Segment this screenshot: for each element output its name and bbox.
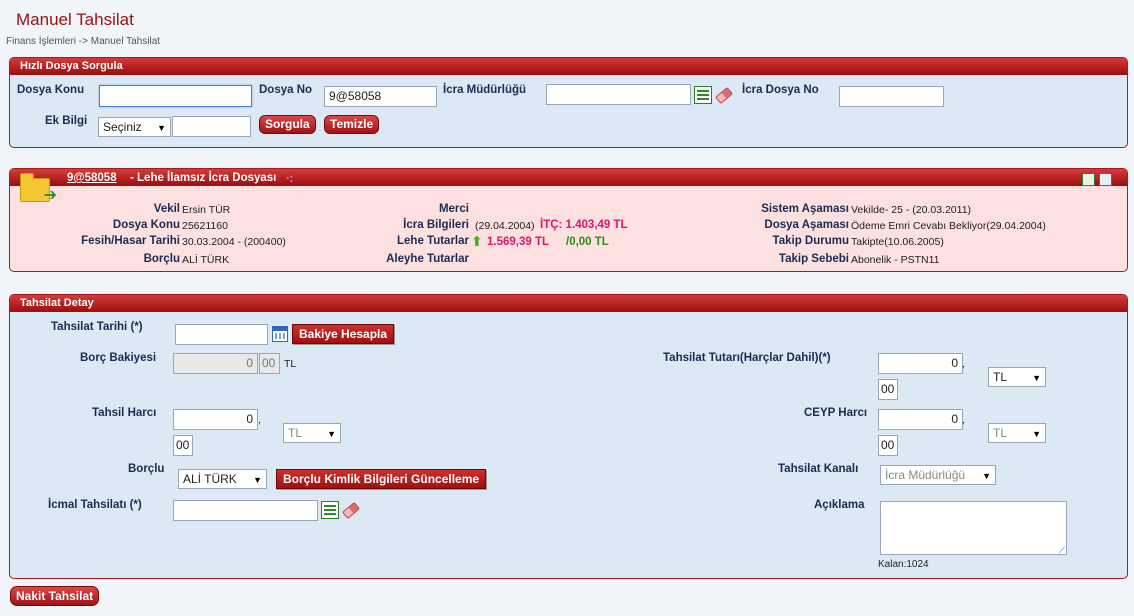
ek-bilgi-select[interactable]: Seçiniz ▼ [98,117,171,137]
info-dots-icon[interactable]: ∙: [286,171,293,185]
ceyp-harci-comma: , [962,414,965,426]
dosya-asamasi-label: Dosya Aşaması [764,219,849,231]
bakiye-hesapla-button[interactable]: Bakiye Hesapla [292,324,395,344]
vekil-label: Vekil [153,203,180,215]
icra-dosya-no-input[interactable] [839,86,944,107]
ceyp-harci-int[interactable]: 0 [878,409,963,430]
ek-bilgi-label: Ek Bilgi [45,115,88,127]
dosya-no-input[interactable]: 9@58058 [324,86,437,107]
borclu-label: Borçlu [128,463,165,475]
icra-mudurlugu-input[interactable] [546,84,691,105]
tahsil-harci-currency-select[interactable]: TL ▼ [283,423,341,443]
tahsilat-kanali-label: Tahsilat Kanalı [778,463,859,475]
sistem-asamasi-label: Sistem Aşaması [761,203,849,215]
tahsilat-kanali-value: İcra Müdürlüğü [885,468,966,482]
takip-sebebi-label: Takip Sebebi [778,253,849,265]
icra-bilgileri-itc: İTÇ: 1.403,49 TL [540,219,628,231]
borc-bakiyesi-dec: 00 [259,353,280,374]
icra-dosya-no-label: İcra Dosya No [742,84,819,96]
file-description: - Lehe İlamsız İcra Dosyası [130,172,277,184]
sorgula-button[interactable]: Sorgula [259,115,316,134]
sistem-asamasi-value: Vekilde- 25 - (20.03.2011) [851,204,972,216]
icra-bilgileri-label: İcra Bilgileri [403,219,469,231]
file-no-link[interactable]: 9@58058 [67,172,117,184]
ceyp-currency-value: TL [993,426,1008,440]
fesih-label: Fesih/Hasar Tarihi [81,235,180,247]
icmal-tahsilati-label: İcmal Tahsilatı (*) [48,499,142,511]
list-select-icon[interactable] [321,501,339,519]
lehe-tutar-1: 1.569,39 TL [487,236,550,248]
icra-mudurlugu-label: İcra Müdürlüğü [443,84,527,96]
tahsil-harci-label: Tahsil Harcı [92,407,157,419]
icmal-tahsilati-input[interactable] [173,500,318,521]
tahsilat-kanali-select[interactable]: İcra Müdürlüğü ▼ [880,465,996,485]
tahsilat-tarihi-label: Tahsilat Tarihi (*) [51,321,143,333]
tahsilat-detay-header: Tahsilat Detay [10,295,1127,312]
report-icon[interactable] [1082,173,1095,186]
calendar-icon[interactable] [272,326,288,342]
ek-bilgi-input[interactable] [172,116,251,137]
ceyp-harci-dec[interactable]: 00 [878,435,898,456]
ceyp-currency-select[interactable]: TL ▼ [988,423,1046,443]
borc-bakiyesi-label: Borç Bakiyesi [80,352,157,364]
chevron-down-icon: ▼ [982,471,991,481]
vekil-value: Ersin TÜR [182,204,231,216]
tahsil-harci-comma: , [258,414,261,426]
borclu-select[interactable]: ALİ TÜRK ▼ [178,469,267,489]
quick-search-header: Hızlı Dosya Sorgula [10,58,1127,75]
dosya-konu-info-value: 25621160 [182,220,228,232]
aciklama-label: Açıklama [814,499,865,511]
temizle-button[interactable]: Temizle [324,115,380,134]
arrow-up-icon: ⬆ [471,233,483,249]
borc-bakiyesi-currency: TL [284,358,297,370]
tahsilat-tutari-currency-select[interactable]: TL ▼ [988,367,1046,387]
borclu-select-value: ALİ TÜRK [183,472,237,486]
kalan-counter: Kalan:1024 [878,559,929,570]
tahsilat-tarihi-input[interactable] [175,324,268,345]
lehe-tutarlar-label: Lehe Tutarlar [397,235,469,247]
takip-durumu-value: Takipte(10.06.2005) [851,236,944,248]
chevron-down-icon: ▼ [1032,429,1041,439]
page-title: Manuel Tahsilat [16,10,134,29]
borc-bakiyesi-int: 0 [173,353,258,374]
chevron-down-icon: ▼ [253,475,262,485]
nakit-tahsilat-button[interactable]: Nakit Tahsilat [10,586,100,606]
dosya-konu-input[interactable] [99,85,252,107]
chevron-down-icon: ▼ [327,429,336,439]
borclu-kimlik-button[interactable]: Borçlu Kimlik Bilgileri Güncelleme [276,469,487,489]
aciklama-textarea[interactable] [880,501,1067,556]
aleyhe-tutarlar-label: Aleyhe Tutarlar [386,253,469,265]
breadcrumb: Finans İşlemleri -> Manuel Tahsilat [6,36,161,47]
dosya-konu-info-label: Dosya Konu [112,219,180,231]
tahsilat-tutari-currency-value: TL [993,370,1008,384]
tahsil-harci-currency-value: TL [288,426,303,440]
ceyp-harci-label: CEYP Harcı [804,407,868,419]
takip-sebebi-value: Abonelik - PSTN11 [851,254,940,266]
folder-icon: ➔ [20,173,57,204]
borclu-info-value: ALİ TÜRK [182,254,230,266]
tahsilat-tutari-dec[interactable]: 00 [878,379,898,400]
fesih-value: 30.03.2004 - (200400) [182,236,286,248]
chevron-down-icon: ▼ [1032,373,1041,383]
dosya-konu-label: Dosya Konu [17,84,85,96]
icra-bilgileri-date: (29.04.2004) [475,220,535,232]
tahsil-harci-int[interactable]: 0 [173,409,258,430]
ek-bilgi-select-value: Seçiniz [103,120,142,134]
tahsilat-tutari-label: Tahsilat Tutarı(Harçlar Dahil)(*) [663,352,831,364]
merci-label: Merci [438,203,469,215]
chevron-down-icon: ▼ [157,123,166,133]
dosya-asamasi-value: Ödeme Emri Cevabı Bekliyor(29.04.2004) [851,220,1046,232]
tahsilat-tutari-int[interactable]: 0 [878,353,963,374]
list-select-icon[interactable] [694,86,712,104]
refresh-icon[interactable] [1099,173,1112,186]
tahsilat-tutari-comma: , [962,358,965,370]
takip-durumu-label: Takip Durumu [772,235,849,247]
dosya-no-label: Dosya No [259,84,313,96]
tahsil-harci-dec[interactable]: 00 [173,435,193,456]
borclu-info-label: Borçlu [143,253,180,265]
lehe-tutar-2: /0,00 TL [566,236,609,248]
